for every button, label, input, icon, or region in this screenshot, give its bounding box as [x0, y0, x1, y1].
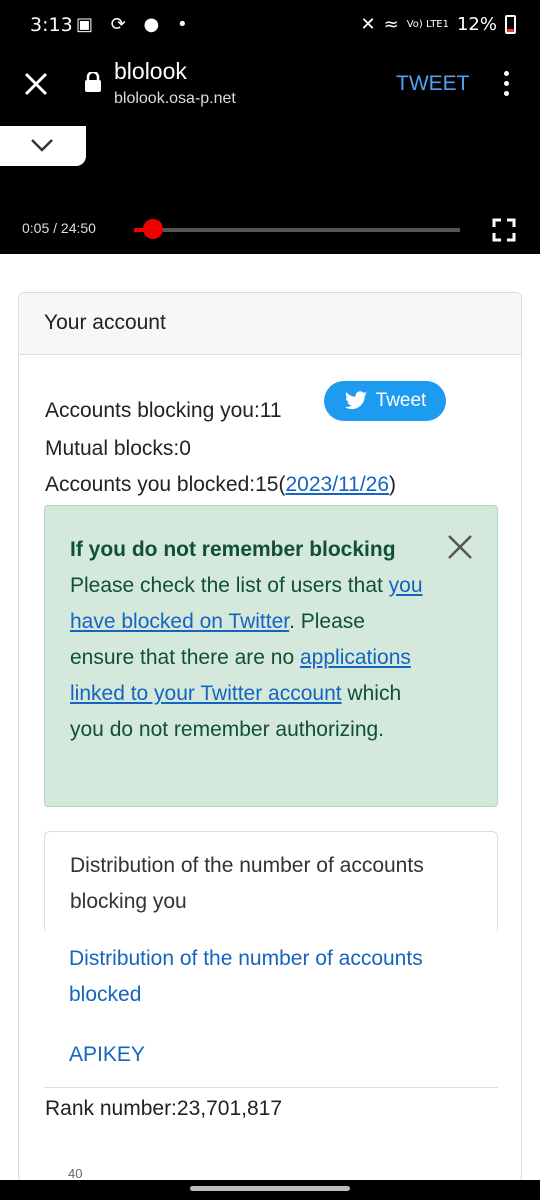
close-icon[interactable] [447, 534, 473, 560]
blocking-you-count: Accounts blocking you:11 [45, 399, 282, 422]
mutual-blocks-count: Mutual blocks:0 [45, 437, 191, 460]
lock-icon [85, 72, 101, 92]
battery-text: 12% [456, 14, 497, 35]
battery-icon [505, 15, 516, 34]
tweet-button[interactable]: Tweet [324, 381, 446, 421]
gesture-navigation-bar [0, 1180, 540, 1200]
video-scrub-handle[interactable] [143, 219, 163, 239]
list-item-blocked-distribution[interactable]: Distribution of the number of accounts b… [69, 941, 429, 1013]
you-blocked-prefix: Accounts you blocked:15( [45, 473, 286, 496]
info-alert: If you do not remember blocking Please c… [44, 505, 498, 807]
fullscreen-icon[interactable] [492, 218, 516, 242]
video-progress-bar[interactable] [134, 228, 460, 232]
tweet-toolbar-button[interactable]: TWEET [396, 72, 470, 96]
account-card: Your account Accounts blocking you:11 Tw… [18, 292, 522, 1182]
twitter-bird-icon [344, 391, 367, 410]
you-blocked-suffix: ) [389, 473, 397, 496]
wifi-icon: ≈ [383, 14, 399, 35]
tweet-button-label: Tweet [375, 390, 427, 411]
list-divider [44, 1087, 498, 1088]
link-list: Distribution of the number of accounts b… [44, 831, 498, 1088]
status-right: ✕ ≈ Vo) LTE1 12% [361, 14, 516, 35]
rank-number: Rank number:23,701,817 [45, 1097, 282, 1120]
card-header: Your account [19, 293, 521, 355]
close-icon[interactable] [18, 66, 54, 102]
signal-icon: Vo) LTE1 [406, 19, 449, 30]
chart-axis-label: 40 [68, 1166, 83, 1181]
chevron-down-icon [31, 139, 53, 152]
notification-icons: ▣ ⟳ ● • [76, 14, 194, 35]
collapse-button[interactable] [0, 126, 86, 166]
status-bar: 3:13 ▣ ⟳ ● • ✕ ≈ Vo) LTE1 12% [0, 0, 540, 52]
alert-heading: If you do not remember blocking [70, 538, 396, 561]
browser-toolbar: blolook blolook.osa-p.net TWEET [0, 52, 540, 126]
alert-text: If you do not remember blocking Please c… [70, 532, 430, 748]
you-blocked-count: Accounts you blocked:15(2023/11/26) [45, 473, 396, 497]
site-url[interactable]: blolook.osa-p.net [114, 90, 236, 108]
blocked-date-link[interactable]: 2023/11/26 [285, 473, 389, 496]
status-time: 3:13 [30, 14, 73, 36]
video-time: 0:05 / 24:50 [22, 220, 96, 236]
list-item-apikey[interactable]: APIKEY [69, 1037, 429, 1073]
mute-icon: ✕ [360, 14, 376, 35]
list-item-blocking-distribution[interactable]: Distribution of the number of accounts b… [44, 831, 498, 931]
alert-line1: Please check the list of users that [70, 574, 389, 597]
site-title: blolook [114, 58, 187, 84]
home-handle[interactable] [190, 1186, 350, 1191]
more-options-icon[interactable] [496, 68, 516, 102]
